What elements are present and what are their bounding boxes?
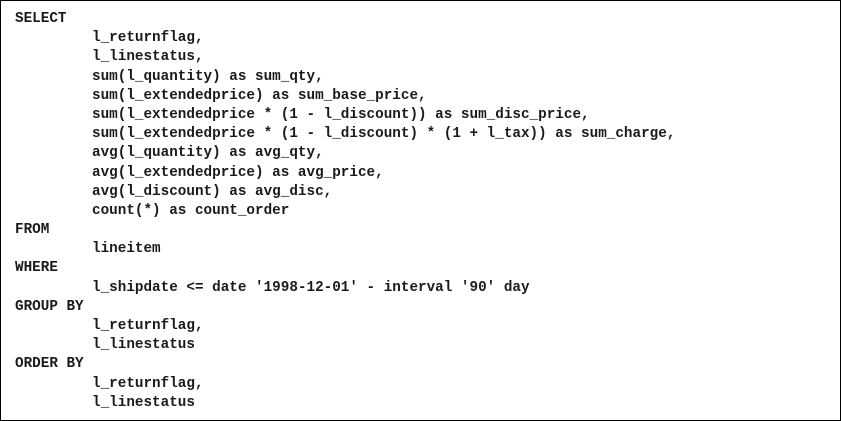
- sql-line-select-keyword: SELECT: [15, 11, 67, 27]
- sql-line: sum(l_quantity) as sum_qty,: [92, 68, 324, 85]
- sql-line-order-by-keyword: ORDER BY: [15, 356, 84, 373]
- sql-line: l_returnflag,: [92, 318, 204, 334]
- sql-line: sum(l_extendedprice) as sum_base_price,: [92, 87, 427, 104]
- sql-line: sum(l_extendedprice * (1 - l_discount) *…: [92, 126, 676, 143]
- sql-line: l_shipdate <= date '1998-12-01' - interv…: [92, 279, 530, 296]
- sql-code-frame: SELECT l_returnflag, l_linestatus, sum(l…: [0, 0, 841, 421]
- sql-line: avg(l_quantity) as avg_qty,: [92, 145, 324, 162]
- sql-line: l_returnflag,: [92, 30, 204, 47]
- sql-line: sum(l_extendedprice * (1 - l_discount)) …: [92, 106, 590, 123]
- sql-line: l_linestatus,: [92, 49, 204, 66]
- sql-line: lineitem: [92, 241, 161, 258]
- sql-line-from-keyword: FROM: [15, 222, 50, 239]
- sql-line: avg(l_extendedprice) as avg_price,: [92, 164, 384, 181]
- sql-line: l_linestatus: [92, 394, 195, 411]
- sql-line-group-by-keyword: GROUP BY: [15, 298, 84, 315]
- sql-line: count(*) as count_order: [92, 202, 290, 219]
- sql-line-where-keyword: WHERE: [15, 260, 58, 277]
- sql-line: avg(l_discount) as avg_disc,: [92, 183, 333, 200]
- sql-line: l_returnflag,: [92, 375, 204, 392]
- sql-line: l_linestatus: [92, 337, 195, 354]
- sql-code-block: SELECT l_returnflag, l_linestatus, sum(l…: [15, 10, 675, 413]
